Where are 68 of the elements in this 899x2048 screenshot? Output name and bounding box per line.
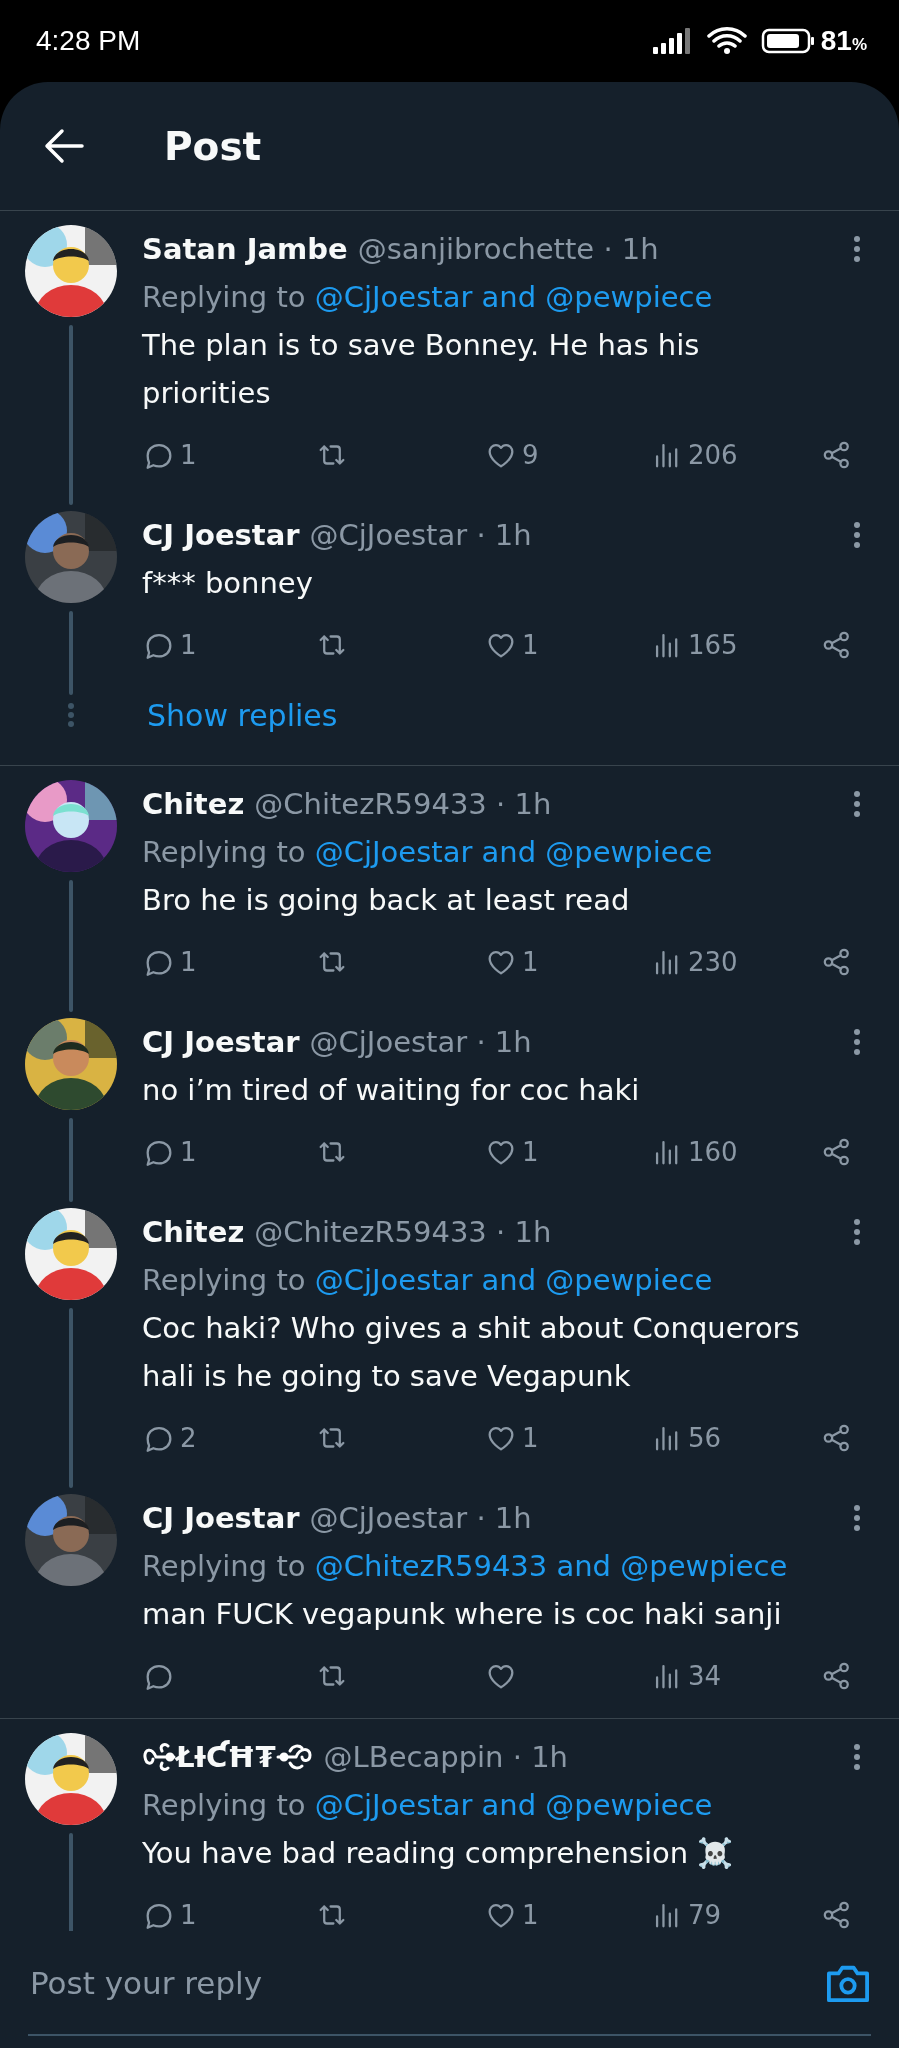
author-handle: @ChitezR59433 · 1h — [254, 787, 552, 821]
mention-link[interactable]: @CjJoestar and @pewpiece — [314, 280, 713, 314]
like-button[interactable]: 9 — [484, 438, 539, 472]
author-handle: @sanjibrochette · 1h — [357, 232, 659, 266]
replying-to-line: Replying to @CjJoestar and @pewpiece — [142, 1787, 714, 1824]
post-text: hali is he going to save Vegapunk — [142, 1358, 632, 1395]
views-button[interactable]: 34 — [650, 1659, 722, 1693]
like-button[interactable]: 1 — [484, 1898, 539, 1931]
more-options-icon[interactable] — [853, 1027, 861, 1057]
more-options-icon[interactable] — [853, 1503, 861, 1533]
battery-icon — [760, 27, 815, 55]
post-text: Bro he is going back at least read — [142, 882, 631, 919]
post-text: man FUCK vegapunk where is coc haki sanji — [142, 1596, 783, 1633]
reply-button[interactable]: 1 — [142, 945, 197, 979]
mention-link[interactable]: @CjJoestar and @pewpiece — [314, 1788, 713, 1822]
author-name: ŁƗƇĦ₮ — [176, 1740, 276, 1774]
reply-button[interactable]: 1 — [142, 1135, 197, 1169]
post-text: The plan is to save Bonney. He has his — [142, 327, 701, 364]
more-options-icon[interactable] — [853, 234, 861, 264]
reply-field[interactable]: Post your reply — [28, 1963, 825, 2002]
post-text: no i’m tired of waiting for coc haki — [142, 1072, 641, 1109]
mention-link[interactable]: @CjJoestar and @pewpiece — [314, 835, 713, 869]
mention-link[interactable]: @CjJoestar and @pewpiece — [314, 1263, 713, 1297]
replying-to-line: Replying to @CjJoestar and @pewpiece — [142, 279, 714, 316]
post-text: You have bad reading comprehension ☠ — [142, 1835, 735, 1872]
like-button[interactable]: 1 — [484, 628, 539, 662]
views-button[interactable]: 206 — [650, 438, 738, 472]
post-text: priorities — [142, 375, 272, 412]
status-time: 4:28 PM — [36, 25, 142, 57]
replying-to-line: Replying to @CjJoestar and @pewpiece — [142, 834, 714, 871]
mention-link[interactable]: @ChitezR59433 and @pewpiece — [314, 1549, 788, 1583]
show-replies-link[interactable]: Show replies — [147, 697, 338, 733]
author-name: Chitez — [142, 787, 245, 821]
author-handle: @LBecappin · 1h — [323, 1740, 568, 1774]
ornament-icon — [275, 1742, 314, 1772]
post-text: Coc haki? Who gives a shit about Conquerors — [142, 1310, 801, 1347]
views-button[interactable]: 165 — [650, 628, 738, 662]
author-handle: @CjJoestar · 1h — [309, 1501, 532, 1535]
author-handle: @ChitezR59433 · 1h — [254, 1215, 552, 1249]
views-button[interactable]: 160 — [650, 1135, 738, 1169]
more-options-icon[interactable] — [853, 1217, 861, 1247]
author-handle: @CjJoestar · 1h — [309, 1025, 532, 1059]
like-button[interactable]: 1 — [484, 1421, 539, 1455]
views-button[interactable]: 56 — [650, 1421, 722, 1455]
reply-button[interactable]: 1 — [142, 438, 197, 472]
author-handle: @CjJoestar · 1h — [309, 518, 532, 552]
reply-button[interactable]: 2 — [142, 1421, 197, 1455]
page-title: Post — [164, 123, 262, 169]
views-button[interactable]: 79 — [650, 1898, 722, 1931]
more-options-icon[interactable] — [853, 1742, 861, 1772]
like-button[interactable]: 1 — [484, 1135, 539, 1169]
reply-button[interactable]: 1 — [142, 1898, 197, 1931]
more-options-icon[interactable] — [853, 520, 861, 550]
battery-percent: 81% — [820, 25, 867, 57]
author-name: CJ Joestar — [142, 518, 300, 552]
author-name: CJ Joestar — [142, 1025, 300, 1059]
ellipsis-icon — [67, 702, 75, 728]
more-options-icon[interactable] — [853, 789, 861, 819]
author-name: CJ Joestar — [142, 1501, 300, 1535]
replying-to-line: Replying to @CjJoestar and @pewpiece — [142, 1262, 714, 1299]
replying-to-line: Replying to @ChitezR59433 and @pewpiece — [142, 1548, 789, 1585]
like-button[interactable]: 1 — [484, 945, 539, 979]
author-name: Satan Jambe — [142, 232, 348, 266]
views-button[interactable]: 230 — [650, 945, 738, 979]
author-name: Chitez — [142, 1215, 245, 1249]
reply-button[interactable]: 1 — [142, 628, 197, 662]
post-text: f*** bonney — [142, 565, 314, 602]
wifi-icon — [706, 26, 747, 56]
